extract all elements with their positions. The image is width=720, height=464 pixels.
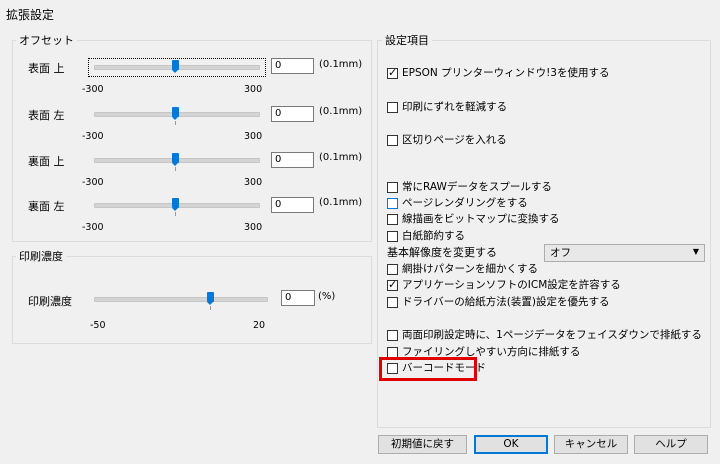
raw-spool-option[interactable]: 常にRAWデータをスプールする bbox=[387, 181, 552, 194]
line-to-bitmap-label: 線描画をビットマップに変換する bbox=[402, 213, 560, 225]
offset-back-top-tick bbox=[175, 167, 176, 171]
offset-front-left-slider-thumb[interactable] bbox=[172, 107, 179, 120]
offset-front-top-unit: (0.1mm) bbox=[319, 59, 363, 70]
duplex-facedown-checkbox[interactable] bbox=[387, 330, 398, 341]
driver-paper-source-option[interactable]: ドライバーの給紙方法(装置)設定を優先する bbox=[387, 296, 609, 309]
offset-back-left-label: 裏面 左 bbox=[28, 200, 65, 213]
density-input[interactable]: 0 bbox=[281, 290, 315, 306]
page-rendering-label: ページレンダリングをする bbox=[402, 197, 528, 209]
settings-group-title: 設定項目 bbox=[382, 34, 432, 47]
offset-back-top-label: 裏面 上 bbox=[28, 155, 65, 168]
page-rendering-checkbox[interactable] bbox=[387, 198, 398, 209]
density-min: -50 bbox=[90, 320, 106, 331]
resolution-value: オフ bbox=[550, 247, 571, 259]
offset-back-top-unit: (0.1mm) bbox=[319, 152, 363, 163]
offset-front-left-min: -300 bbox=[82, 131, 104, 142]
blank-page-saving-checkbox[interactable] bbox=[387, 231, 398, 242]
separator-page-label: 区切りページを入れる bbox=[402, 134, 507, 146]
allow-icm-option[interactable]: ✓ アプリケーションソフトのICM設定を許容する bbox=[387, 278, 621, 292]
reset-defaults-button[interactable]: 初期値に戻す bbox=[378, 435, 467, 454]
barcode-highlight-box bbox=[379, 357, 477, 381]
offset-group-title: オフセット bbox=[16, 34, 77, 47]
blank-page-saving-option[interactable]: 白紙節約する bbox=[387, 230, 465, 243]
density-label: 印刷濃度 bbox=[28, 295, 72, 308]
raw-spool-label: 常にRAWデータをスプールする bbox=[402, 181, 552, 193]
help-button[interactable]: ヘルプ bbox=[634, 435, 708, 454]
offset-front-left-tick bbox=[175, 121, 176, 125]
offset-back-top-min: -300 bbox=[82, 177, 104, 188]
density-unit: (%) bbox=[318, 291, 336, 302]
offset-back-top-max: 300 bbox=[244, 177, 263, 188]
density-tick bbox=[210, 306, 211, 310]
offset-back-left-min: -300 bbox=[82, 222, 104, 233]
density-max: 20 bbox=[253, 320, 266, 331]
driver-paper-source-checkbox[interactable] bbox=[387, 297, 398, 308]
line-to-bitmap-checkbox[interactable] bbox=[387, 214, 398, 225]
offset-front-left-label: 表面 左 bbox=[28, 109, 65, 122]
dialog-title: 拡張設定 bbox=[6, 8, 55, 22]
fine-pattern-option[interactable]: 網掛けパターンを細かくする bbox=[387, 263, 538, 276]
offset-front-left-input[interactable]: 0 bbox=[271, 106, 314, 122]
offset-back-left-tick bbox=[175, 212, 176, 216]
reduce-misalignment-checkbox[interactable] bbox=[387, 102, 398, 113]
ok-button[interactable]: OK bbox=[474, 435, 548, 454]
fine-pattern-label: 網掛けパターンを細かくする bbox=[402, 263, 538, 275]
chevron-down-icon: ▼ bbox=[692, 247, 699, 256]
duplex-facedown-option[interactable]: 両面印刷設定時に、1ページデータをフェイスダウンで排紙する bbox=[387, 329, 702, 342]
density-group-title: 印刷濃度 bbox=[16, 250, 66, 263]
allow-icm-label: アプリケーションソフトのICM設定を許容する bbox=[402, 279, 621, 291]
offset-back-left-input[interactable]: 0 bbox=[271, 197, 314, 213]
offset-front-top-input[interactable]: 0 bbox=[271, 58, 314, 74]
allow-icm-checkbox[interactable]: ✓ bbox=[387, 278, 398, 291]
check-icon: ✓ bbox=[388, 66, 398, 79]
driver-paper-source-label: ドライバーの給紙方法(装置)設定を優先する bbox=[402, 296, 610, 308]
offset-front-left-max: 300 bbox=[244, 131, 263, 142]
density-slider-thumb[interactable] bbox=[207, 292, 214, 305]
reduce-misalignment-option[interactable]: 印刷にずれを軽減する bbox=[387, 101, 507, 114]
offset-back-top-slider-thumb[interactable] bbox=[172, 153, 179, 166]
offset-front-left-unit: (0.1mm) bbox=[319, 106, 363, 117]
epson-window-option[interactable]: ✓ EPSON プリンターウィンドウ!3を使用する bbox=[387, 66, 610, 80]
separator-page-checkbox[interactable] bbox=[387, 135, 398, 146]
resolution-select[interactable]: オフ ▼ bbox=[544, 244, 705, 262]
raw-spool-checkbox[interactable] bbox=[387, 182, 398, 193]
density-track[interactable] bbox=[94, 297, 268, 302]
separator-page-option[interactable]: 区切りページを入れる bbox=[387, 134, 507, 147]
blank-page-saving-label: 白紙節約する bbox=[402, 230, 465, 242]
resolution-label: 基本解像度を変更する bbox=[387, 246, 497, 259]
cancel-button[interactable]: キャンセル bbox=[554, 435, 628, 454]
line-to-bitmap-option[interactable]: 線描画をビットマップに変換する bbox=[387, 213, 560, 226]
offset-front-top-slider-thumb[interactable] bbox=[172, 60, 179, 73]
offset-back-left-unit: (0.1mm) bbox=[319, 197, 363, 208]
epson-window-label: EPSON プリンターウィンドウ!3を使用する bbox=[402, 67, 610, 79]
offset-front-top-min: -300 bbox=[82, 84, 104, 95]
check-icon: ✓ bbox=[388, 278, 398, 291]
offset-front-top-label: 表面 上 bbox=[28, 62, 65, 75]
page-rendering-option[interactable]: ページレンダリングをする bbox=[387, 197, 528, 210]
duplex-facedown-label: 両面印刷設定時に、1ページデータをフェイスダウンで排紙する bbox=[402, 329, 702, 341]
fine-pattern-checkbox[interactable] bbox=[387, 264, 398, 275]
epson-window-checkbox[interactable]: ✓ bbox=[387, 66, 398, 79]
offset-back-left-max: 300 bbox=[244, 222, 263, 233]
offset-back-left-slider-thumb[interactable] bbox=[172, 198, 179, 211]
reduce-misalignment-label: 印刷にずれを軽減する bbox=[402, 101, 508, 113]
offset-front-top-max: 300 bbox=[244, 84, 263, 95]
offset-back-top-input[interactable]: 0 bbox=[271, 152, 314, 168]
